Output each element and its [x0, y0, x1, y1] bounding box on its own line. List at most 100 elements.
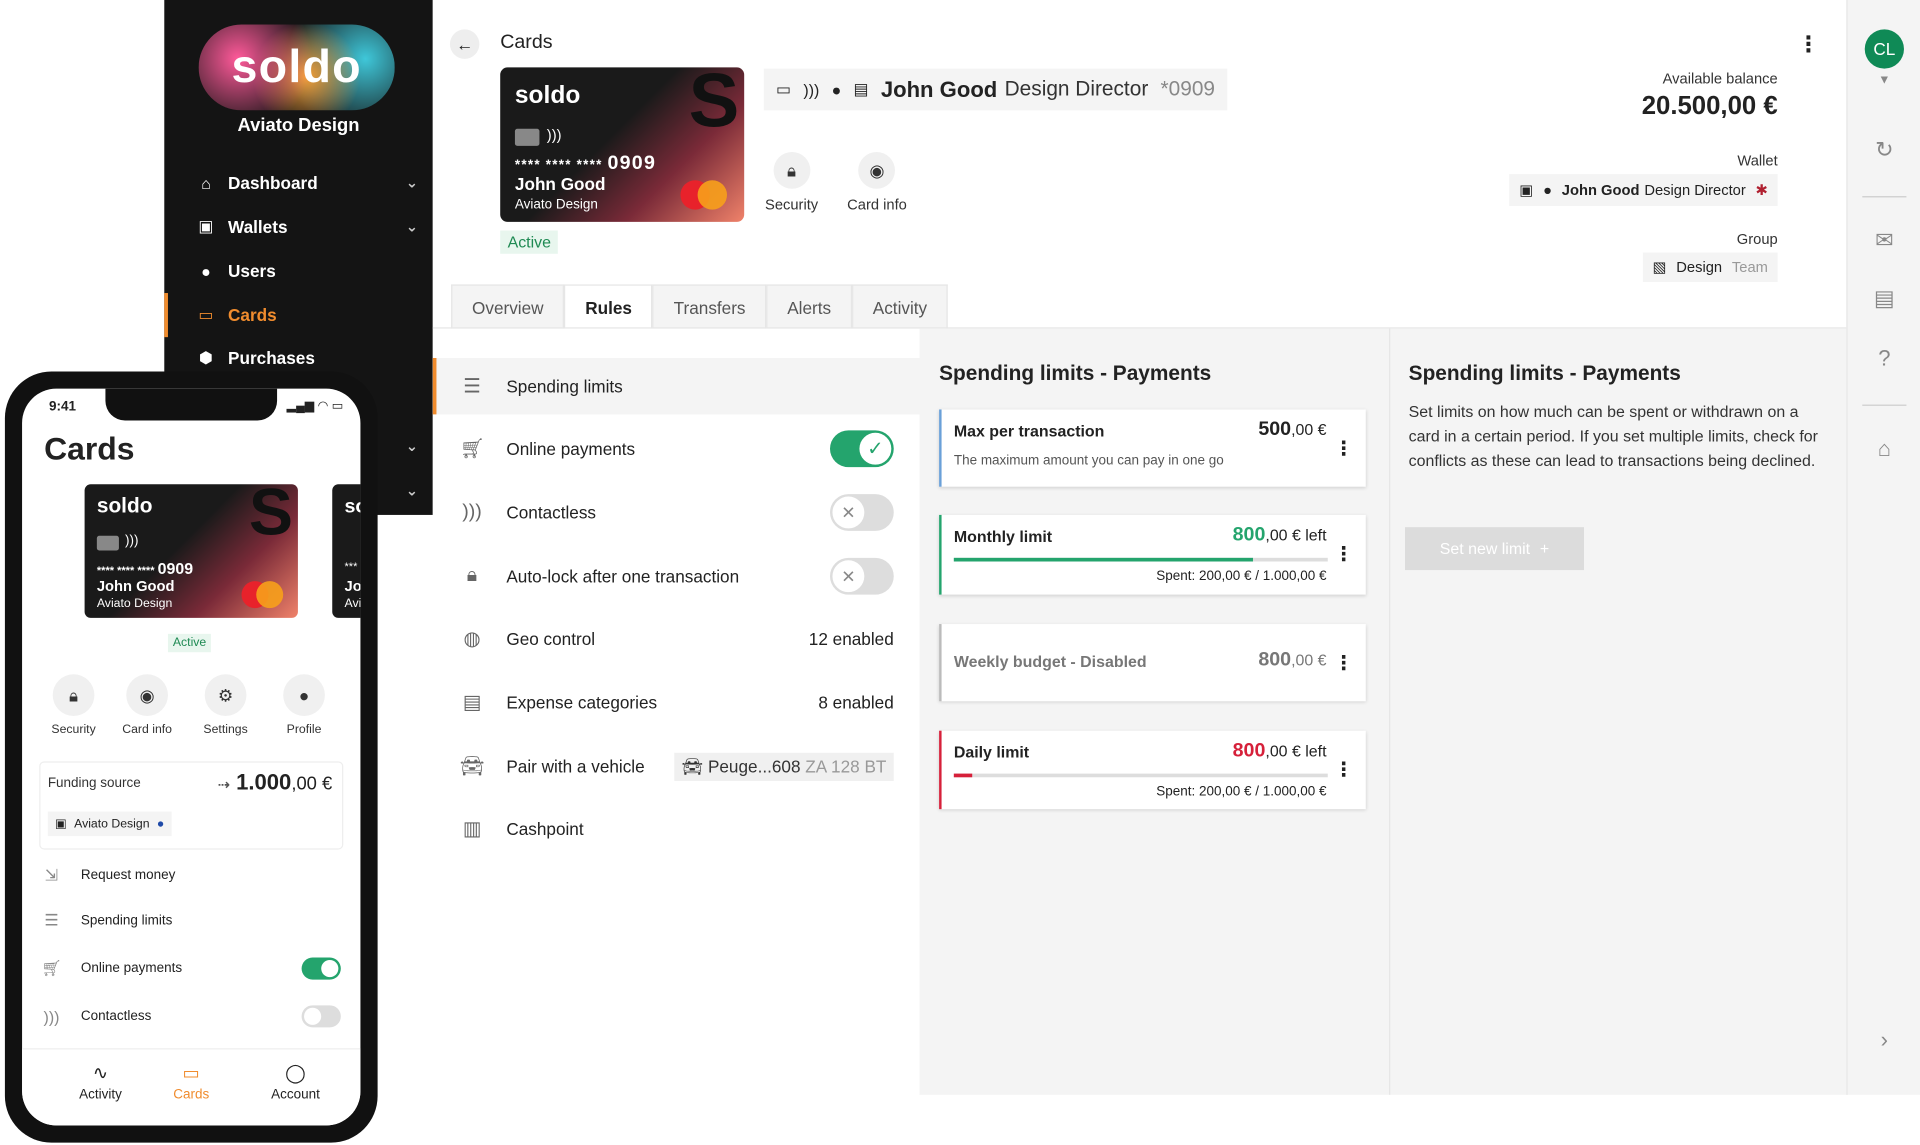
refresh-icon[interactable]: ↻ — [1848, 137, 1920, 163]
cart-icon: 🛒︎ — [459, 438, 485, 460]
tab-overview[interactable]: Overview — [451, 284, 565, 329]
vehicle-chip[interactable]: 🚘︎ Peuge...608 ZA 128 BT — [674, 752, 894, 781]
card-info-action[interactable]: ◉ Card info — [847, 152, 907, 213]
nav-cards[interactable]: ▭ Cards — [142, 1062, 240, 1102]
lock-icon[interactable]: 🔒︎ — [52, 674, 95, 716]
rule-label: Geo control — [506, 628, 596, 649]
eye-icon[interactable]: ◉ — [126, 674, 168, 716]
more-menu-icon[interactable]: ⋮ — [1334, 758, 1354, 783]
chat-icon[interactable]: ▤ — [1848, 286, 1920, 312]
tab-alerts[interactable]: Alerts — [766, 284, 852, 329]
nav-label: Cards — [173, 1087, 210, 1103]
row-label: Request money — [80, 868, 176, 883]
limit-card-daily[interactable]: Daily limit 800,00 € left Spent: 200,00 … — [939, 730, 1366, 810]
sidebar-item-label: Users — [228, 261, 276, 281]
card-owner-role: Design Director — [1004, 77, 1149, 101]
sidebar-item-dashboard[interactable]: ⌂ Dashboard ⌄ — [164, 161, 432, 205]
tab-activity[interactable]: Activity — [851, 284, 948, 329]
phone-card-image[interactable]: soldo S ))) **** **** **** 0909 John Goo… — [84, 484, 298, 618]
action-label: Settings — [203, 723, 248, 737]
tab-rules[interactable]: Rules — [564, 284, 653, 329]
action-label: Profile — [286, 723, 322, 737]
set-new-limit-button[interactable]: Set new limit + — [1404, 527, 1584, 571]
online-payments-toggle[interactable]: ✓ — [830, 430, 894, 468]
group-chip[interactable]: ▧ Design Team — [1642, 252, 1778, 282]
funding-source-box[interactable]: Funding source ⇢ 1.000,00 € ▣ Aviato Desi… — [39, 761, 344, 850]
rule-contactless[interactable]: ))) Contactless ✕ — [433, 484, 920, 540]
online-payments-toggle[interactable] — [301, 957, 341, 980]
divider — [1862, 404, 1907, 406]
rule-geo-control[interactable]: ◍ Geo control 12 enabled — [433, 611, 920, 667]
rule-online-payments[interactable]: 🛒︎ Online payments ✓ — [433, 421, 920, 477]
row-label: Spending limits — [80, 913, 173, 929]
tab-transfers[interactable]: Transfers — [652, 284, 767, 329]
card-brand: so — [344, 496, 361, 518]
mail-icon[interactable]: ✉ — [1848, 228, 1920, 254]
chevron-down-icon[interactable]: ⌄ — [406, 438, 418, 455]
gear-icon[interactable]: ⚙ — [204, 674, 247, 716]
contactless-icon: ))) — [43, 1007, 60, 1026]
cart-icon: 🛒︎ — [41, 958, 62, 978]
plus-icon: + — [1539, 539, 1550, 558]
phone-row-request-money[interactable]: ⇲ Request money — [39, 857, 343, 894]
rule-label: Online payments — [506, 438, 636, 459]
rule-pair-vehicle[interactable]: 🚘︎ Pair with a vehicle 🚘︎ Peuge...608 ZA… — [433, 738, 920, 794]
caret-down-icon[interactable]: ▼ — [1848, 74, 1920, 87]
security-label: Security — [765, 196, 819, 214]
rule-autolock[interactable]: 🔒︎ Auto-lock after one transaction ✕ — [433, 548, 920, 604]
wallet-chip[interactable]: ▣ ● John Good Design Director ✱ — [1509, 174, 1778, 206]
phone-profile-action[interactable]: ● Profile — [267, 674, 341, 737]
sidebar-item-users[interactable]: ● Users — [164, 249, 432, 293]
help-icon[interactable]: ? — [1848, 346, 1920, 372]
soldo-logo[interactable]: soldo — [198, 24, 395, 111]
avatar[interactable]: CL — [1864, 29, 1904, 69]
more-menu-icon[interactable]: ⋮ — [1797, 32, 1819, 58]
card-company: Aviato Design — [514, 197, 598, 213]
limit-progress-bar — [953, 557, 1328, 562]
bank-icon[interactable]: ⌂ — [1848, 436, 1920, 462]
more-menu-icon[interactable]: ⋮ — [1334, 651, 1354, 676]
eye-icon[interactable]: ◉ — [858, 152, 896, 189]
limit-card-max[interactable]: Max per transaction 500,00 € The maximum… — [939, 409, 1366, 487]
sidebar-item-cards[interactable]: ▭ Cards — [164, 293, 432, 338]
more-menu-icon[interactable]: ⋮ — [1334, 436, 1354, 461]
chevron-down-icon[interactable]: ⌄ — [406, 482, 418, 499]
lock-icon[interactable]: 🔒︎ — [773, 152, 810, 189]
phone-card-info-action[interactable]: ◉ Card info — [110, 674, 184, 737]
chevron-right-icon[interactable]: › — [1848, 1027, 1920, 1053]
chevron-down-icon[interactable]: ⌄ — [406, 174, 418, 191]
card-number: **** **** **** 0909 — [96, 559, 194, 578]
rule-cashpoint[interactable]: ▥ Cashpoint — [433, 801, 920, 857]
group-type: Team — [1731, 258, 1768, 276]
soldo-s-mark-icon: S — [248, 484, 294, 550]
more-menu-icon[interactable]: ⋮ — [1334, 542, 1354, 567]
phone-settings-action[interactable]: ⚙ Settings — [189, 674, 263, 737]
activity-icon: ∿ — [92, 1062, 109, 1084]
phone-row-contactless[interactable]: ))) Contactless — [39, 998, 343, 1035]
phone-security-action[interactable]: 🔒︎ Security — [37, 674, 111, 737]
nav-activity[interactable]: ∿ Activity — [51, 1062, 149, 1102]
card-info-label: Card info — [847, 196, 907, 214]
phone-row-online-payments[interactable]: 🛒︎ Online payments — [39, 950, 343, 987]
limit-amount: 800,00 € left — [1232, 524, 1327, 546]
phone-row-spending-limits[interactable]: ☰ Spending limits — [39, 902, 343, 939]
phone-card-next[interactable]: so *** Jo Avi — [332, 484, 361, 618]
rule-spending-limits[interactable]: ☰ Spending limits — [432, 357, 920, 415]
contactless-toggle[interactable]: ✕ — [830, 494, 894, 531]
phone-notch — [105, 388, 278, 421]
rule-expense-categories[interactable]: ▤ Expense categories 8 enabled — [433, 674, 920, 730]
nav-account[interactable]: ◯ Account — [246, 1062, 344, 1102]
contactless-toggle[interactable] — [301, 1005, 341, 1028]
chevron-down-icon[interactable]: ⌄ — [406, 218, 418, 235]
rule-label: Contactless — [506, 502, 597, 523]
security-action[interactable]: 🔒︎ Security — [765, 152, 818, 213]
sidebar-item-wallets[interactable]: ▣ Wallets ⌄ — [164, 205, 432, 249]
limit-card-monthly[interactable]: Monthly limit 800,00 € left Spent: 200,0… — [939, 514, 1366, 595]
limit-card-weekly[interactable]: Weekly budget - Disabled 800,00 € ⋮ — [939, 624, 1366, 702]
autolock-toggle[interactable]: ✕ — [830, 557, 894, 595]
user-icon[interactable]: ● — [283, 674, 325, 716]
soldo-s-mark-icon: S — [688, 67, 740, 144]
back-arrow-icon[interactable]: ← — [449, 29, 480, 59]
sidebar-item-label: Dashboard — [228, 172, 318, 193]
funding-wallet-chip[interactable]: ▣ Aviato Design ● — [47, 811, 172, 837]
